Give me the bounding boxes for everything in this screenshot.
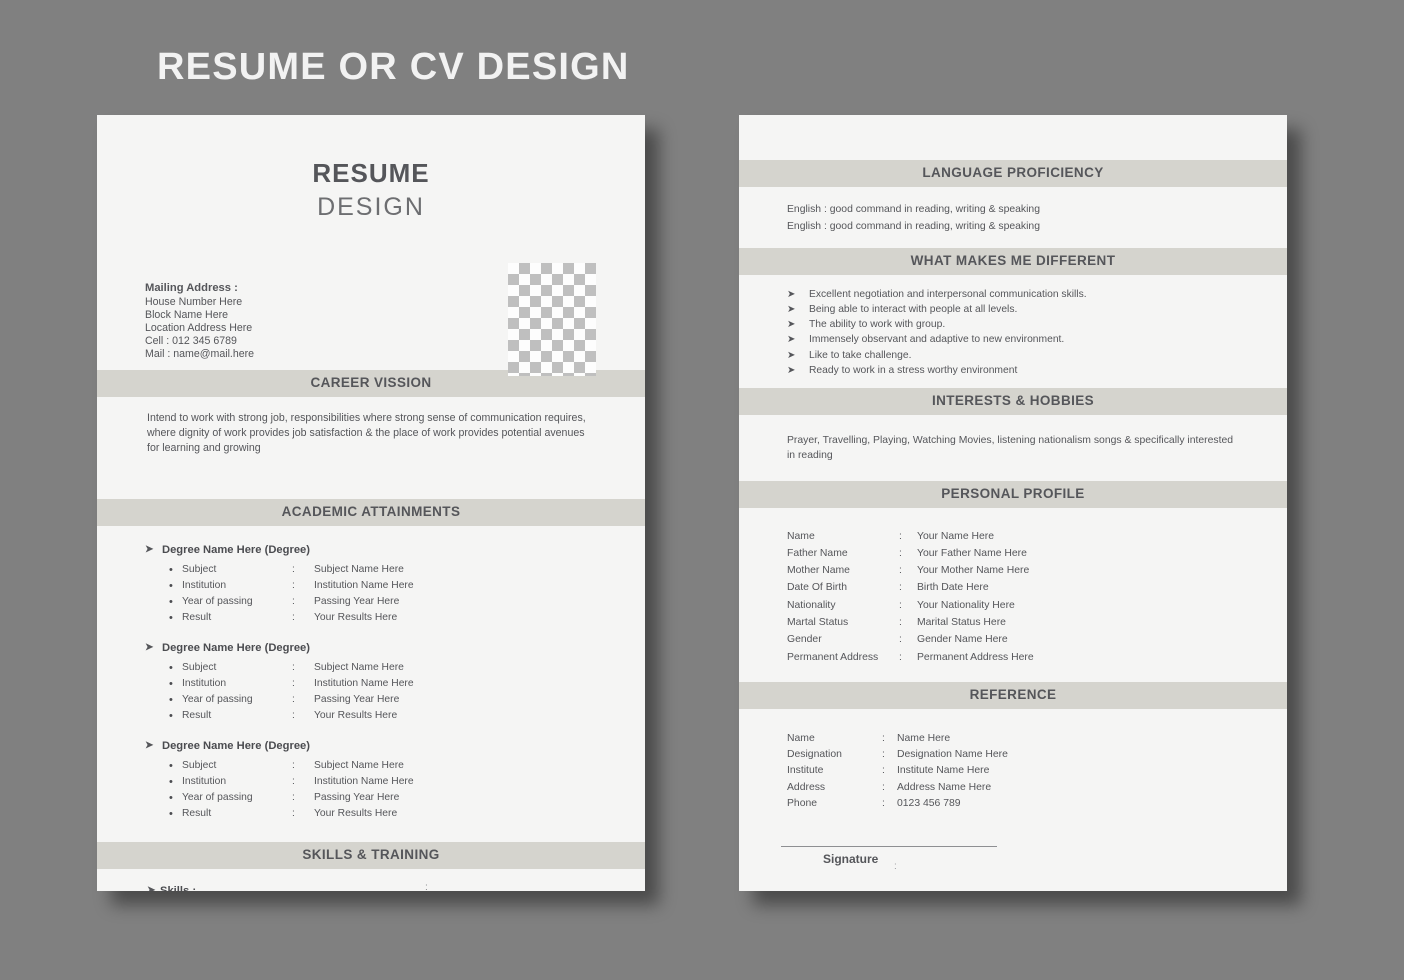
degree-detail-row: • Year of passing : Passing Year Here xyxy=(169,595,400,608)
reference-row: Name : Name Here xyxy=(787,732,951,744)
arrow-bullet-icon: ➤ xyxy=(787,364,796,376)
section-band-what-makes-me-different: WHAT MAKES ME DIFFERENT xyxy=(739,247,1287,275)
reference-row: Address : Address Name Here xyxy=(787,781,992,793)
interests-hobbies-text: Prayer, Travelling, Playing, Watching Mo… xyxy=(787,434,1234,461)
difference-list-item: ➤ Like to take challenge. xyxy=(739,348,1287,363)
right-page-top-spacer xyxy=(739,115,1287,160)
arrow-bullet-icon: ➤ xyxy=(145,739,154,751)
degree-title: ➤ Degree Name Here (Degree) xyxy=(145,543,310,556)
degree-detail-row: • Institution : Institution Name Here xyxy=(169,677,414,690)
degree-detail-row: • Institution : Institution Name Here xyxy=(169,775,414,788)
reference-row: Phone : 0123 456 789 xyxy=(787,798,961,809)
dot-bullet-icon: • xyxy=(169,595,173,608)
difference-list-item: ➤ Being able to interact with people at … xyxy=(739,302,1287,317)
mailing-address-line: House Number Here xyxy=(145,296,243,309)
dot-bullet-icon: • xyxy=(169,759,173,772)
signature-line xyxy=(781,846,997,848)
mailing-address-title: Mailing Address : xyxy=(145,282,238,294)
degree-detail-row: • Subject : Subject Name Here xyxy=(169,759,404,772)
degree-title: ➤ Degree Name Here (Degree) xyxy=(145,739,310,752)
reference-row: Designation : Designation Name Here xyxy=(787,749,1008,761)
language-line: English : good command in reading, writi… xyxy=(787,203,1040,215)
profile-row: Martal Status : Marital Status Here xyxy=(787,617,1006,629)
profile-row: Mother Name : Your Mother Name Here xyxy=(787,565,1030,577)
degree-entry: ➤ Degree Name Here (Degree) • Subject : … xyxy=(97,544,645,626)
dot-bullet-icon: • xyxy=(169,807,173,820)
profile-row: Father Name : Your Father Name Here xyxy=(787,547,1027,559)
mailing-address-line: Mail : name@mail.here xyxy=(145,348,255,361)
arrow-bullet-icon: ➤ xyxy=(787,303,796,315)
degree-title: ➤ Degree Name Here (Degree) xyxy=(145,641,310,654)
language-line: English : good command in reading, writi… xyxy=(787,221,1040,233)
dot-bullet-icon: • xyxy=(169,563,173,576)
difference-list-item: ➤ Immensely observant and adaptive to ne… xyxy=(739,332,1287,347)
page-title: RESUME OR CV DESIGN xyxy=(157,46,630,88)
signature-colon: : xyxy=(894,861,897,873)
degree-detail-row: • Subject : Subject Name Here xyxy=(169,563,404,576)
degree-entry: ➤ Degree Name Here (Degree) • Subject : … xyxy=(97,740,645,822)
section-band-academic-attainments: ACADEMIC ATTAINMENTS xyxy=(97,498,645,526)
degree-detail-row: • Year of passing : Passing Year Here xyxy=(169,693,400,706)
arrow-bullet-icon: ➤ xyxy=(787,349,796,361)
mailing-address-block: Mailing Address : House Number Here Bloc… xyxy=(145,282,254,362)
arrow-bullet-icon: ➤ xyxy=(145,543,154,555)
mailing-address-line: Block Name Here xyxy=(145,309,229,322)
degree-detail-row: • Institution : Institution Name Here xyxy=(169,579,414,592)
degree-detail-row: • Year of passing : Passing Year Here xyxy=(169,791,400,804)
resume-heading: RESUME xyxy=(312,158,430,188)
dot-bullet-icon: • xyxy=(169,791,173,804)
reference-table: Name : Name Here Designation : Designati… xyxy=(739,709,1287,822)
section-band-language-proficiency: LANGUAGE PROFICIENCY xyxy=(739,160,1287,187)
difference-list-item: ➤ The ability to work with group. xyxy=(739,317,1287,332)
degree-detail-row: • Subject : Subject Name Here xyxy=(169,661,404,674)
section-band-personal-profile: PERSONAL PROFILE xyxy=(739,480,1287,508)
mailing-address-line: Location Address Here xyxy=(145,322,253,335)
profile-row: Date Of Birth : Birth Date Here xyxy=(787,582,989,594)
photo-placeholder-image xyxy=(508,263,596,376)
arrow-bullet-icon: ➤ xyxy=(787,288,796,300)
skills-section: ➤ Skills : : • Web Design ( HTML, CSS, J… xyxy=(97,869,645,891)
dot-bullet-icon: • xyxy=(169,693,173,706)
section-band-skills-training: SKILLS & TRAINING xyxy=(97,841,645,869)
profile-row: Permanent Address : Permanent Address He… xyxy=(787,651,1034,663)
dot-bullet-icon: • xyxy=(169,677,173,690)
signature-label: Signature xyxy=(823,852,879,867)
dot-bullet-icon: • xyxy=(169,579,173,592)
section-band-reference: REFERENCE xyxy=(739,681,1287,709)
left-page-header: RESUME DESIGN Mailing Address : House Nu… xyxy=(97,158,645,376)
arrow-bullet-icon: ➤ xyxy=(787,319,796,331)
difference-list-item: ➤ Excellent negotiation and interpersona… xyxy=(739,287,1287,302)
mailing-address-line: Cell : 012 345 6789 xyxy=(145,335,237,348)
interests-hobbies-text-wrap: Prayer, Travelling, Playing, Watching Mo… xyxy=(739,415,1287,481)
reference-row: Institute : Institute Name Here xyxy=(787,765,990,777)
dot-bullet-icon: • xyxy=(169,775,173,788)
language-proficiency-list: English : good command in reading, writi… xyxy=(739,187,1287,248)
resume-page-left: RESUME DESIGN Mailing Address : House Nu… xyxy=(97,115,645,891)
profile-row: Nationality : Your Nationality Here xyxy=(787,599,1015,611)
skills-colon: : xyxy=(425,881,428,891)
resume-page-right: LANGUAGE PROFICIENCY English : good comm… xyxy=(739,115,1287,891)
profile-row: Name : Your Name Here xyxy=(787,530,995,542)
dot-bullet-icon: • xyxy=(169,611,173,624)
section-band-interests-hobbies: INTERESTS & HOBBIES xyxy=(739,387,1287,415)
difference-list-item: ➤ Ready to work in a stress worthy envir… xyxy=(739,363,1287,378)
signature-area: Signature : xyxy=(739,822,1287,891)
degree-detail-row: • Result : Your Results Here xyxy=(169,807,398,820)
degree-detail-row: • Result : Your Results Here xyxy=(169,709,398,722)
design-subheading: DESIGN xyxy=(317,193,425,221)
career-vission-text: Intend to work with strong job, responsi… xyxy=(147,411,586,455)
degree-detail-row: • Result : Your Results Here xyxy=(169,611,398,624)
profile-row: Gender : Gender Name Here xyxy=(787,634,1008,646)
academic-attainments-list: ➤ Degree Name Here (Degree) • Subject : … xyxy=(97,526,645,842)
skills-label: ➤ Skills : xyxy=(97,885,645,891)
dot-bullet-icon: • xyxy=(169,709,173,722)
arrow-bullet-icon: ➤ xyxy=(147,884,156,891)
what-makes-me-different-list: ➤ Excellent negotiation and interpersona… xyxy=(739,275,1287,388)
dot-bullet-icon: • xyxy=(169,661,173,674)
arrow-bullet-icon: ➤ xyxy=(145,641,154,653)
arrow-bullet-icon: ➤ xyxy=(787,334,796,346)
personal-profile-table: Name : Your Name Here Father Name : Your… xyxy=(739,508,1287,682)
degree-entry: ➤ Degree Name Here (Degree) • Subject : … xyxy=(97,642,645,724)
